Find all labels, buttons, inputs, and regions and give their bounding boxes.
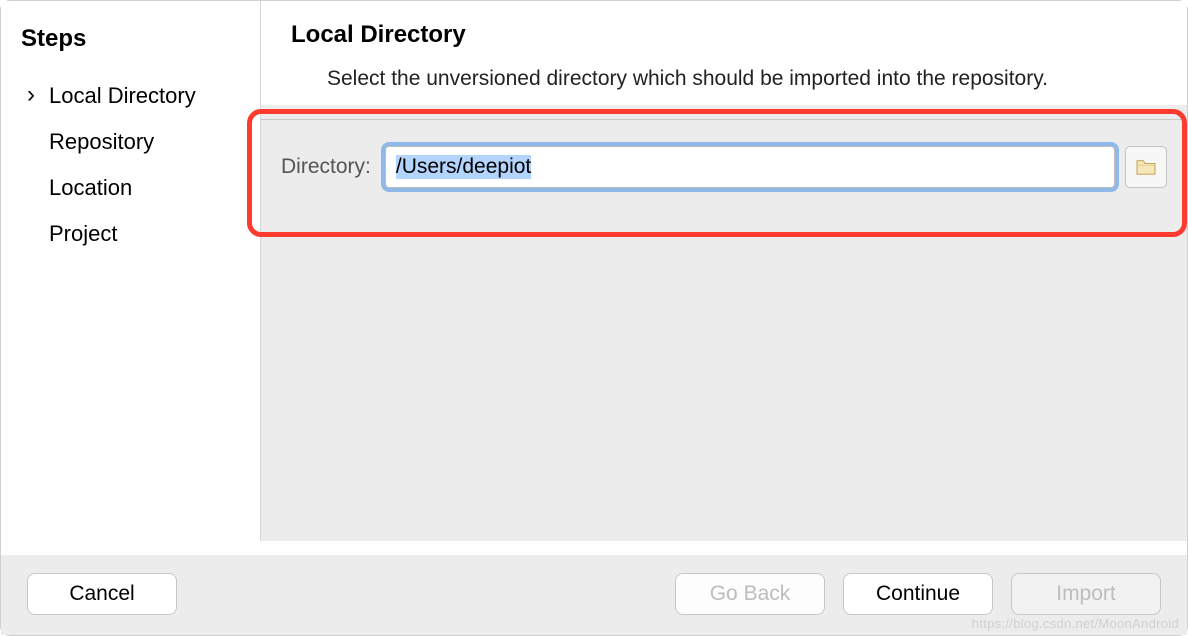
step-label: Local Directory (49, 83, 196, 108)
main-panel: Local Directory Select the unversioned d… (261, 1, 1187, 541)
step-project[interactable]: Project (21, 211, 240, 257)
step-label: Repository (49, 129, 154, 154)
watermark-text: https://blog.csdn.net/MoonAndroid (972, 616, 1179, 631)
continue-button[interactable]: Continue (843, 573, 993, 615)
step-label: Project (49, 221, 117, 246)
directory-input-wrap (385, 146, 1115, 188)
directory-row: Directory: (281, 146, 1167, 188)
main-header: Local Directory Select the unversioned d… (261, 1, 1187, 105)
wizard-body: Steps Local Directory Repository Locatio… (1, 1, 1187, 541)
form-area: Directory: (261, 119, 1187, 218)
folder-icon (1135, 158, 1157, 176)
directory-label: Directory: (281, 155, 371, 179)
page-description: Select the unversioned directory which s… (327, 63, 1157, 95)
step-label: Location (49, 175, 132, 200)
import-button: Import (1011, 573, 1161, 615)
browse-button[interactable] (1125, 146, 1167, 188)
directory-input[interactable] (385, 146, 1115, 188)
step-repository[interactable]: Repository (21, 119, 240, 165)
step-local-directory[interactable]: Local Directory (21, 73, 240, 119)
go-back-button: Go Back (675, 573, 825, 615)
page-title: Local Directory (291, 21, 1157, 49)
step-location[interactable]: Location (21, 165, 240, 211)
steps-sidebar: Steps Local Directory Repository Locatio… (1, 1, 261, 541)
sidebar-title: Steps (21, 25, 240, 53)
cancel-button[interactable]: Cancel (27, 573, 177, 615)
step-list: Local Directory Repository Location Proj… (21, 73, 240, 257)
